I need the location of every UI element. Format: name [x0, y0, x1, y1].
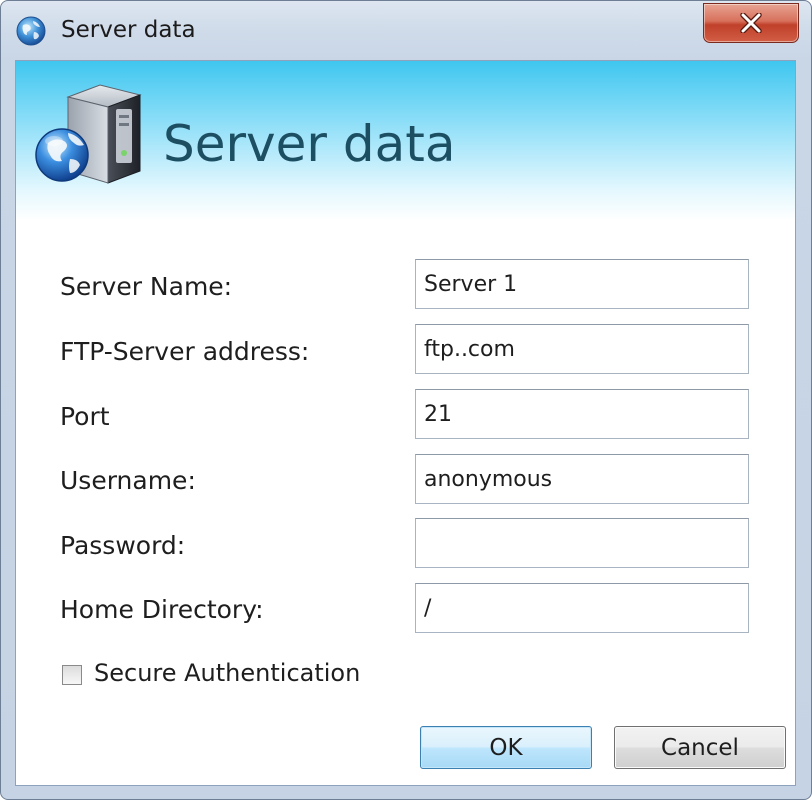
cancel-button[interactable]: Cancel: [614, 726, 786, 769]
username-label: Username:: [60, 466, 196, 495]
dialog-content: Server data Server Name: FTP-Server addr…: [15, 60, 796, 786]
banner-title: Server data: [163, 115, 456, 173]
home-directory-input[interactable]: [415, 583, 749, 633]
password-input[interactable]: [415, 518, 749, 568]
secure-authentication-label[interactable]: Secure Authentication: [94, 659, 360, 687]
dialog-window: Server data Server data Server Name: Ser…: [0, 0, 812, 800]
server-name-input[interactable]: [415, 259, 749, 309]
port-input[interactable]: [415, 389, 749, 439]
username-input[interactable]: [415, 454, 749, 504]
title-bar[interactable]: Server data: [1, 1, 811, 61]
close-button[interactable]: [703, 3, 799, 43]
password-label: Password:: [60, 531, 186, 560]
window-title: Server data: [61, 17, 196, 43]
ftp-server-address-label: FTP-Server address:: [60, 337, 310, 366]
globe-icon: [15, 15, 47, 47]
server-globe-icon: [28, 79, 148, 189]
ok-button[interactable]: OK: [420, 726, 592, 769]
ftp-server-address-input[interactable]: [415, 324, 749, 374]
server-name-label: Server Name:: [60, 272, 233, 301]
close-icon: [740, 13, 762, 33]
header-banner: Server data: [16, 61, 795, 221]
port-label: Port: [60, 402, 110, 431]
home-directory-label: Home Directory:: [60, 595, 264, 624]
secure-authentication-checkbox[interactable]: [62, 665, 82, 685]
